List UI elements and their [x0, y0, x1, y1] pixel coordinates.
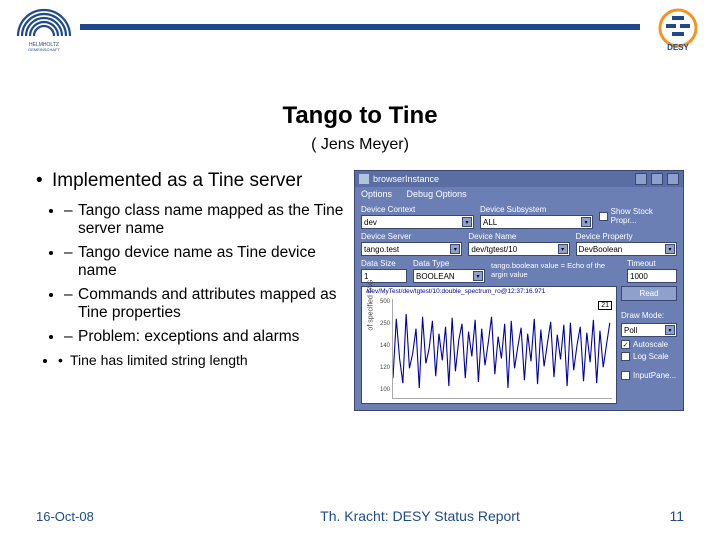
combo-drawmode[interactable]: Poll▾ — [621, 323, 677, 337]
chart-plot — [392, 299, 612, 399]
chevron-down-icon: ▾ — [581, 217, 591, 227]
footer-center: Th. Kracht: DESY Status Report — [196, 508, 644, 524]
text-column: Implemented as a Tine server Tango class… — [36, 170, 348, 411]
status-text: tango.boolean value = Echo of the argin … — [491, 261, 621, 279]
ytick: 120 — [378, 365, 390, 371]
bullet-sub: Tango class name mapped as the Tine serv… — [64, 202, 348, 238]
menu-debug[interactable]: Debug Options — [407, 189, 467, 199]
chevron-down-icon: ▾ — [558, 244, 568, 254]
bullet-subsub: Tine has limited string length — [58, 352, 348, 368]
header-rule — [80, 24, 640, 30]
footer-page: 11 — [644, 508, 684, 524]
combo-subsystem[interactable]: ALL▾ — [480, 215, 593, 229]
label-server: Device Server — [361, 232, 462, 241]
ytick: 100 — [378, 387, 390, 393]
browser-window: browserInstance Options Debug Options De… — [354, 170, 684, 411]
helmholtz-logo: HELMHOLTZ GEMEINSCHAFT — [14, 6, 74, 52]
svg-text:DESY: DESY — [667, 43, 689, 52]
chart-caption: /dev/MyTest/dev/tgtest/10:double_spectru… — [366, 288, 612, 295]
footer-date: 16-Oct-08 — [36, 509, 196, 524]
label-property: Device Property — [576, 232, 677, 241]
chevron-down-icon: ▾ — [665, 325, 675, 335]
label-type: Data Type — [413, 259, 485, 268]
bullet-sub: Commands and attributes mapped as Tine p… — [64, 286, 348, 322]
chevron-down-icon: ▾ — [473, 271, 483, 281]
chevron-down-icon: ▾ — [665, 244, 675, 254]
combo-name[interactable]: dev/tgtest/10▾ — [468, 242, 569, 256]
combo-server[interactable]: tango.test▾ — [361, 242, 462, 256]
read-button[interactable]: Read — [621, 286, 677, 301]
app-icon — [359, 174, 369, 184]
chevron-down-icon: ▾ — [450, 244, 460, 254]
checkbox-inputpanel[interactable]: InputPane... — [621, 371, 677, 380]
footer: 16-Oct-08 Th. Kracht: DESY Status Report… — [0, 508, 720, 524]
label-timeout: Timeout — [627, 259, 677, 268]
slide-title: Tango to Tine — [0, 102, 720, 130]
window-title: browserInstance — [373, 174, 439, 184]
slide-subtitle: ( Jens Meyer) — [0, 136, 720, 154]
checkbox-autoscale[interactable]: ✓Autoscale — [621, 340, 677, 349]
label-subsystem: Device Subsystem — [480, 205, 593, 214]
drawmode-label: Draw Mode: — [621, 311, 677, 320]
chart-badge: 21 — [598, 301, 612, 310]
chevron-down-icon: ▾ — [462, 217, 472, 227]
bullet-sub: Tango device name as Tine device name — [64, 244, 348, 280]
checkbox-stock-prop[interactable]: Show Stock Propr... — [599, 207, 677, 225]
ytick: 250 — [378, 321, 390, 327]
close-button[interactable] — [667, 173, 679, 185]
ytick: 140 — [378, 343, 390, 349]
ytick: 500 — [378, 299, 390, 305]
input-timeout[interactable]: 1000 — [627, 269, 677, 283]
combo-property[interactable]: DevBoolean▾ — [576, 242, 677, 256]
chart: /dev/MyTest/dev/tgtest/10:double_spectru… — [361, 286, 617, 404]
svg-text:GEMEINSCHAFT: GEMEINSCHAFT — [28, 47, 60, 52]
menubar: Options Debug Options — [355, 187, 683, 201]
label-name: Device Name — [468, 232, 569, 241]
checkbox-logscale[interactable]: Log Scale — [621, 352, 677, 361]
combo-type[interactable]: BOOLEAN▾ — [413, 269, 485, 283]
window-titlebar[interactable]: browserInstance — [355, 171, 683, 187]
bullet-main: Implemented as a Tine server — [36, 170, 348, 192]
label-context: Device Context — [361, 205, 474, 214]
combo-context[interactable]: dev▾ — [361, 215, 474, 229]
maximize-button[interactable] — [651, 173, 663, 185]
menu-options[interactable]: Options — [361, 189, 392, 199]
chart-ylabel: of specified TAG — [368, 265, 375, 345]
desy-logo: DESY — [650, 6, 706, 52]
bullet-sub: Problem: exceptions and alarms — [64, 328, 348, 346]
minimize-button[interactable] — [635, 173, 647, 185]
